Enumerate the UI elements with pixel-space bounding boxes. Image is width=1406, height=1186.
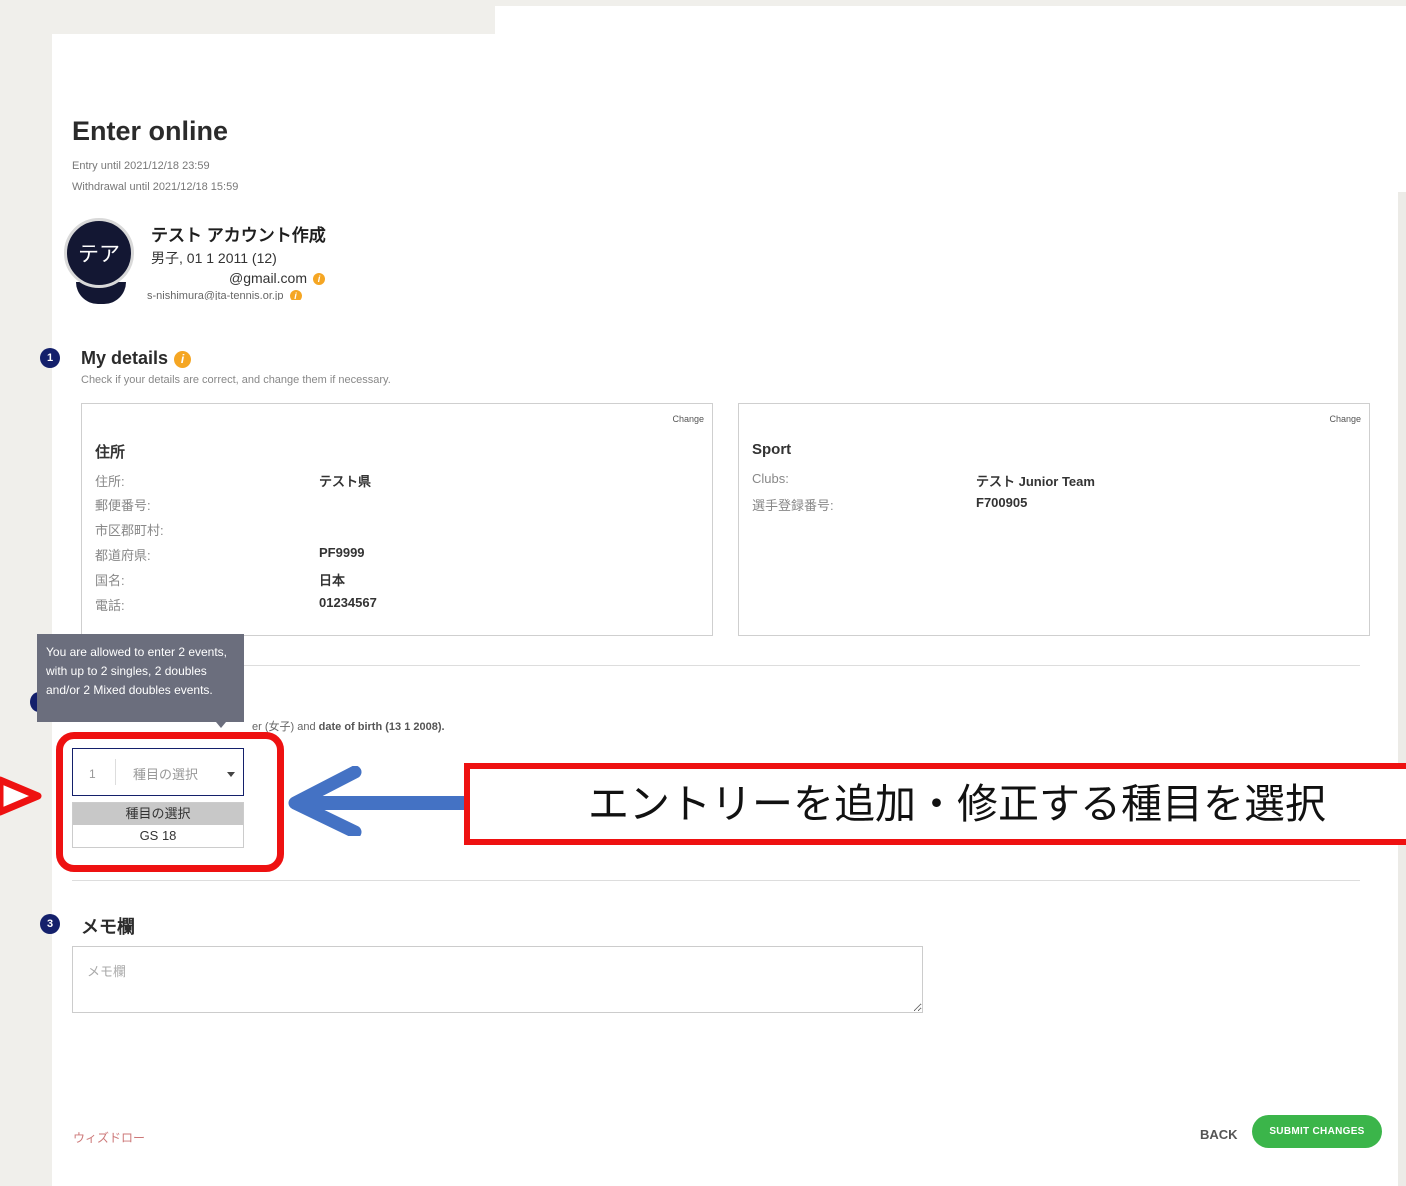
annotation-label: エントリーを追加・修正する種目を選択 [464, 763, 1406, 845]
row-value: テスト県 [319, 474, 372, 489]
my-details-heading: My details i [81, 348, 192, 369]
events-tooltip: You are allowed to enter 2 events, with … [37, 634, 244, 722]
avatar: テア [64, 218, 134, 288]
sport-card-title: Sport [752, 441, 792, 458]
player-name: テスト アカウント作成 [151, 226, 326, 245]
memo-title: メモ欄 [81, 917, 135, 937]
section-divider [72, 880, 1360, 881]
annotation-left-arrow-icon [0, 776, 42, 816]
player-email-secondary-row: s-nishimura@jta-tennis.or.jp i [147, 290, 302, 300]
eligibility-joiner: and [294, 721, 319, 733]
my-details-title: My details [81, 348, 169, 368]
row-label: 国名: [95, 573, 125, 588]
row-value: テスト Junior Team [976, 474, 1095, 489]
info-icon[interactable]: i [174, 350, 192, 368]
player-email-secondary: s-nishimura@jta-tennis.or.jp [147, 290, 284, 300]
sport-card: Change Sport Clubs: テスト Junior Team 選手登録番… [738, 403, 1370, 636]
annotation-arrow-icon [288, 766, 465, 836]
address-change-link[interactable]: Change [672, 414, 704, 424]
step-1-badge: 1 [40, 348, 60, 368]
withdrawal-deadline: Withdrawal until 2021/12/18 15:59 [72, 181, 239, 193]
player-email-row: @gmail.com i [229, 270, 326, 286]
events-eligibility-text: er (女子) and date of birth (13 1 2008). [252, 718, 445, 734]
section-divider [72, 665, 1360, 666]
row-label: 市区郡町村: [95, 523, 164, 538]
player-email: @gmail.com [229, 270, 308, 286]
row-value: 日本 [319, 573, 346, 588]
entry-deadline: Entry until 2021/12/18 23:59 [72, 160, 210, 172]
row-label: 郵便番号: [95, 498, 151, 513]
back-button[interactable]: BACK [1200, 1127, 1238, 1142]
tooltip-arrow [216, 722, 226, 728]
address-card-title: 住所 [95, 444, 126, 461]
address-card: Change 住所 住所: テスト県 郵便番号: 市区郡町村: 都道府県: PF99… [81, 403, 713, 636]
left-gutter [10, 6, 52, 1186]
sport-change-link[interactable]: Change [1329, 414, 1361, 424]
top-gutter [10, 6, 495, 34]
row-value: 01234567 [319, 595, 377, 610]
memo-textarea[interactable] [72, 946, 923, 1013]
my-details-subtitle: Check if your details are correct, and c… [81, 374, 391, 386]
withdraw-link[interactable]: ウィズドロー [73, 1129, 145, 1146]
page-title: Enter online [72, 116, 229, 146]
player-info: 男子, 01 1 2011 (12) [151, 250, 277, 266]
row-label: 都道府県: [95, 548, 151, 563]
right-scroll-strip [1398, 192, 1406, 1186]
step-3-badge: 3 [40, 914, 60, 934]
row-value: F700905 [976, 495, 1028, 510]
row-label: 選手登録番号: [752, 498, 834, 513]
row-value: PF9999 [319, 545, 365, 560]
info-icon[interactable]: i [289, 290, 302, 300]
row-label: Clubs: [752, 471, 789, 486]
submit-changes-button[interactable]: SUBMIT CHANGES [1252, 1115, 1382, 1148]
row-label: 電話: [95, 598, 125, 613]
info-icon[interactable]: i [313, 273, 326, 286]
eligibility-dob: date of birth (13 1 2008). [318, 721, 445, 733]
row-label: 住所: [95, 474, 125, 489]
annotation-highlight-box [56, 732, 284, 872]
